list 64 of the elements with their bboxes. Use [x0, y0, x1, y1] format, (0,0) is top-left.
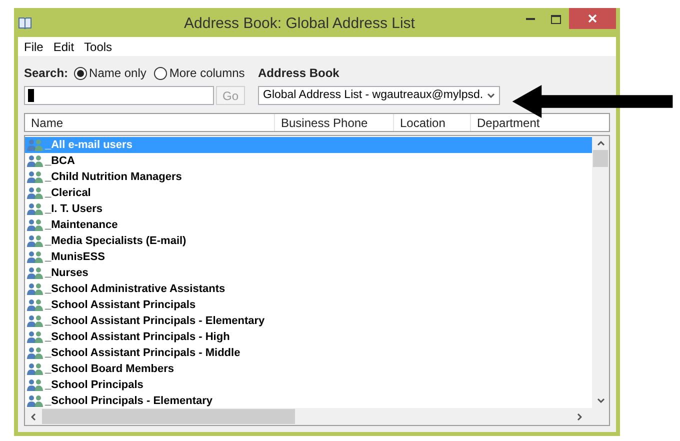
group-icon [27, 139, 43, 151]
search-label: Search: [24, 65, 68, 82]
group-icon [27, 251, 43, 263]
window-title: Address Book: Global Address List [184, 14, 415, 34]
group-icon [27, 235, 43, 247]
group-icon [27, 363, 43, 375]
group-icon [27, 203, 43, 215]
minimize-icon [526, 18, 534, 20]
contact-row[interactable]: _I. T. Users [25, 201, 592, 217]
contact-row[interactable]: _Nurses [25, 265, 592, 281]
chevron-right-icon[interactable] [577, 412, 582, 420]
radio-option[interactable]: Name only [74, 64, 146, 82]
book-icon [18, 16, 32, 28]
chevron-left-icon[interactable] [31, 412, 36, 420]
group-icon [27, 331, 43, 343]
contact-row[interactable]: _School Principals - Elementary [25, 393, 592, 409]
menu-item[interactable]: Edit [49, 38, 78, 56]
horizontal-scrollbar[interactable] [25, 408, 609, 425]
group-icon [27, 299, 43, 311]
contact-row[interactable]: _Maintenance [25, 217, 592, 233]
column-header[interactable]: Department [471, 114, 597, 131]
chevron-down-icon [487, 93, 495, 98]
contact-row[interactable]: _MunisESS [25, 249, 592, 265]
group-icon [27, 155, 43, 167]
vertical-scrollbar[interactable] [592, 136, 609, 408]
group-icon [27, 347, 43, 359]
address-book-dropdown[interactable]: Global Address List - wgautreaux@mylpsd. [258, 86, 500, 105]
scrollbar-thumb[interactable] [42, 409, 295, 424]
close-icon [588, 14, 597, 23]
contact-row[interactable]: _Clerical [25, 185, 592, 201]
radio-button[interactable] [154, 66, 168, 80]
column-header[interactable]: Business Phone [275, 114, 394, 131]
contact-row[interactable]: _School Assistant Principals [25, 297, 592, 313]
contact-row[interactable]: _School Assistant Principals - Elementary [25, 313, 592, 329]
contact-row[interactable]: _School Principals [25, 377, 592, 393]
group-icon [27, 219, 43, 231]
scrollbar-thumb[interactable] [593, 150, 608, 167]
maximize-icon [551, 14, 561, 24]
column-header[interactable]: Name [25, 114, 275, 131]
group-icon [27, 315, 43, 327]
column-header[interactable]: Location [394, 114, 471, 131]
chevron-down-icon[interactable] [596, 398, 604, 403]
address-book-label: Address Book [258, 65, 340, 82]
contact-row[interactable]: _School Assistant Principals - High [25, 329, 592, 345]
group-icon [27, 395, 43, 407]
contact-row[interactable]: _School Assistant Principals - Middle [25, 345, 592, 361]
contact-row[interactable]: _BCA [25, 153, 592, 169]
radio-button[interactable] [74, 66, 88, 80]
contact-row[interactable]: _School Board Members [25, 361, 592, 377]
group-icon [27, 171, 43, 183]
group-icon [27, 187, 43, 199]
contact-row[interactable]: _Media Specialists (E-mail) [25, 233, 592, 249]
group-icon [27, 283, 43, 295]
contact-row[interactable]: _Child Nutrition Managers [25, 169, 592, 185]
close-button[interactable] [569, 8, 616, 29]
search-field[interactable] [24, 86, 214, 105]
group-icon [27, 267, 43, 279]
contact-row[interactable]: _School Administrative Assistants [25, 281, 592, 297]
group-icon [27, 379, 43, 391]
menu-item[interactable]: Tools [80, 38, 116, 56]
text-cursor-icon [28, 89, 34, 102]
radio-option[interactable]: More columns [154, 64, 245, 82]
chevron-up-icon[interactable] [596, 141, 604, 146]
menu-item[interactable]: File [20, 38, 48, 56]
